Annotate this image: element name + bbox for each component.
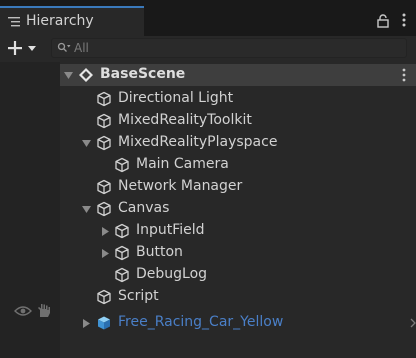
unity-scene-icon <box>79 68 93 82</box>
tree-item-label: InputField <box>136 222 205 238</box>
expand-arrow-right-icon[interactable] <box>101 227 110 236</box>
visibility-eye-icon[interactable] <box>14 305 32 317</box>
tree-item-mixedrealityplayspace[interactable]: MixedRealityPlayspace <box>60 132 416 154</box>
search-icon <box>57 42 71 52</box>
expand-arrow-down-icon[interactable] <box>82 139 91 148</box>
tree-item-directional-light[interactable]: Directional Light <box>60 88 416 110</box>
tree-item-label: MixedRealityPlayspace <box>118 134 278 150</box>
tree-item-label: DebugLog <box>136 266 208 282</box>
tree-item-main-camera[interactable]: Main Camera <box>60 154 416 176</box>
expand-arrow-down-icon[interactable] <box>64 71 73 80</box>
tree-item-label: Button <box>136 244 183 260</box>
expand-arrow-right-icon[interactable] <box>101 249 110 258</box>
gameobject-cube-icon <box>97 135 111 151</box>
gameobject-cube-icon <box>115 223 129 239</box>
tree-item-label: Directional Light <box>118 90 234 106</box>
expand-arrow-right-icon[interactable] <box>82 319 91 328</box>
gameobject-cube-icon <box>97 201 111 217</box>
tree-item-canvas[interactable]: Canvas <box>60 198 416 220</box>
lock-icon[interactable] <box>377 14 389 28</box>
hierarchy-window: Hierarchy All BaseScene Directional Ligh… <box>0 0 416 358</box>
scene-name: BaseScene <box>100 66 186 82</box>
tree-item-label: Free_Racing_Car_Yellow <box>118 314 284 330</box>
pickability-hand-icon[interactable] <box>37 303 51 318</box>
scene-row[interactable]: BaseScene <box>60 64 416 86</box>
gameobject-cube-icon <box>97 289 111 305</box>
tree-item-label: Canvas <box>118 200 170 216</box>
tab-bar: Hierarchy <box>0 0 416 36</box>
tree-item-label: MixedRealityToolkit <box>118 112 252 128</box>
create-dropdown-button[interactable] <box>6 38 48 58</box>
toolbar <box>0 36 416 60</box>
hierarchy-list-icon <box>8 17 20 27</box>
tree-item-inputfield[interactable]: InputField <box>60 220 416 242</box>
scene-menu-icon[interactable] <box>402 67 406 83</box>
gameobject-cube-icon <box>97 113 111 129</box>
prefab-cube-icon <box>98 316 110 330</box>
gameobject-cube-icon <box>115 245 129 261</box>
tree-item-label: Network Manager <box>118 178 243 194</box>
tree-item-debuglog[interactable]: DebugLog <box>60 264 416 286</box>
tree-item-label: Script <box>118 288 159 304</box>
search-field[interactable] <box>51 38 407 58</box>
tree-item-mixedrealitytoolkit[interactable]: MixedRealityToolkit <box>60 110 416 132</box>
tree-item-label: Main Camera <box>136 156 229 172</box>
tab-hierarchy[interactable]: Hierarchy <box>0 6 144 36</box>
search-input[interactable] <box>74 40 394 56</box>
gameobject-cube-icon <box>115 267 129 283</box>
tab-label: Hierarchy <box>26 13 94 29</box>
tree-item-network-manager[interactable]: Network Manager <box>60 176 416 198</box>
gameobject-cube-icon <box>115 157 129 173</box>
expand-arrow-down-icon[interactable] <box>82 205 91 214</box>
tree-item-script[interactable]: Script <box>60 286 416 308</box>
hierarchy-tree: BaseScene Directional Light MixedReality… <box>0 62 416 358</box>
window-menu-icon[interactable] <box>402 12 406 28</box>
gameobject-cube-icon <box>97 179 111 195</box>
tree-item-button[interactable]: Button <box>60 242 416 264</box>
tree-item-free-racing-car-yellow[interactable]: Free_Racing_Car_Yellow <box>60 312 416 334</box>
gameobject-cube-icon <box>97 91 111 107</box>
open-prefab-chevron-icon[interactable] <box>410 318 416 328</box>
